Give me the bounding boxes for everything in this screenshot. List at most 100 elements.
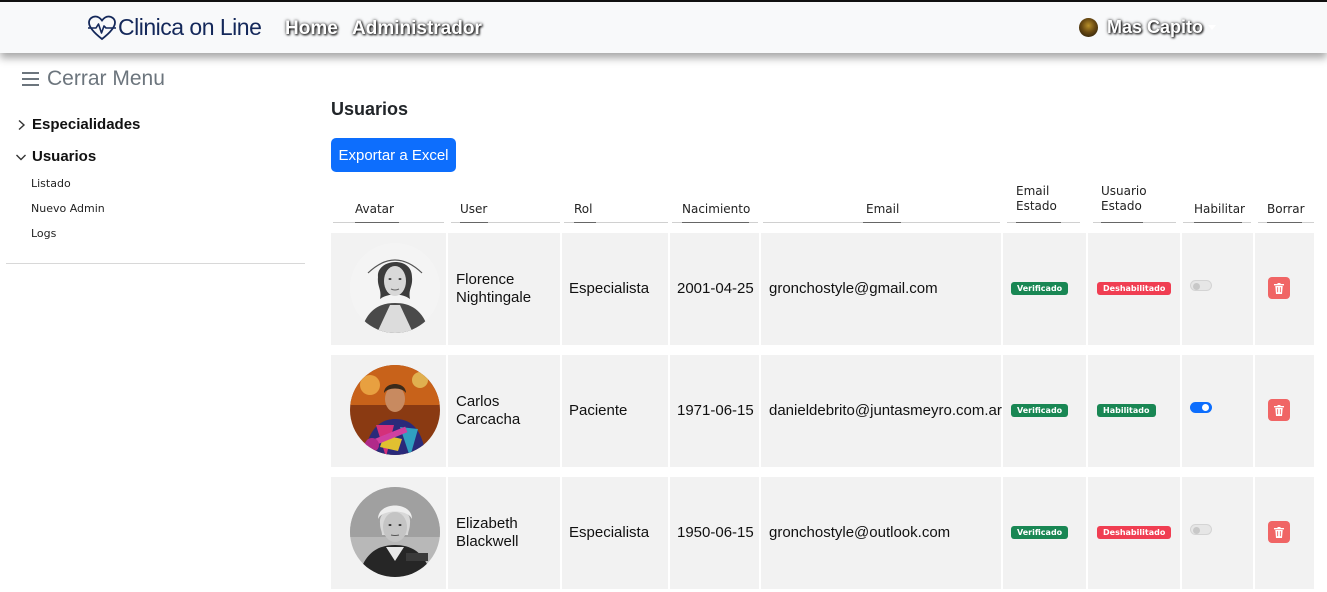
cell-separator (759, 477, 761, 589)
sidebar-section-usuarios[interactable]: Usuarios (15, 148, 96, 165)
user-status-badge: Deshabilitado (1097, 282, 1172, 295)
enable-toggle[interactable] (1190, 280, 1212, 291)
birthdate-cell: 2001-04-25 (677, 280, 754, 297)
table-row: Carlos Carcacha Paciente 1971-06-15 dani… (331, 355, 1314, 467)
avatar (350, 243, 440, 333)
table-row: Elizabeth Blackwell Especialista 1950-06… (331, 477, 1314, 589)
role-cell: Especialista (569, 524, 650, 541)
user-name-cell: Florence Nightingale (456, 271, 531, 307)
cell-separator (1086, 355, 1088, 467)
header-underline (1194, 222, 1242, 223)
email-status-badge: Verificado (1011, 282, 1069, 295)
cell-separator (1253, 477, 1255, 589)
cell-separator (560, 233, 562, 345)
delete-button[interactable] (1268, 399, 1290, 421)
birthdate-cell: 1971-06-15 (677, 402, 754, 419)
cell-separator (1086, 477, 1088, 589)
brand[interactable]: Clinica on Line (87, 14, 262, 41)
cell-separator (1253, 233, 1255, 345)
enable-toggle[interactable] (1190, 524, 1212, 535)
cell-separator (1180, 477, 1182, 589)
user-first-name: Carlos (456, 393, 500, 410)
trash-icon (1274, 404, 1284, 416)
header-underline (460, 222, 488, 223)
sidebar-item-logs[interactable]: Logs (31, 227, 56, 240)
cell-separator (446, 355, 448, 467)
user-last-name: Carcacha (456, 411, 521, 428)
nav-home-link[interactable]: Home (285, 18, 338, 40)
column-header-habilitar: Habilitar (1194, 202, 1245, 216)
avatar (350, 487, 440, 577)
trash-icon (1274, 526, 1284, 538)
cell-separator (759, 355, 761, 467)
chevron-right-icon (18, 119, 26, 130)
column-header-avatar: Avatar (355, 202, 394, 216)
cell-separator (668, 233, 670, 345)
export-excel-button[interactable]: Exportar a Excel (331, 138, 456, 172)
email-cell: gronchostyle@gmail.com (769, 280, 938, 297)
close-menu-toggle[interactable]: Cerrar Menu (22, 67, 165, 91)
caret-down-icon (1208, 25, 1217, 30)
hamburger-icon (22, 72, 39, 86)
sidebar-item-listado[interactable]: Listado (31, 177, 71, 190)
cell-separator (668, 355, 670, 467)
header-underline (574, 222, 596, 223)
sidebar-section-label: Especialidades (32, 116, 141, 133)
column-header-borrar: Borrar (1267, 202, 1305, 216)
header-underline (1101, 222, 1143, 223)
cell-separator (446, 233, 448, 345)
email-status-badge: Verificado (1011, 404, 1069, 417)
page-title: Usuarios (331, 99, 409, 119)
user-status-badge: Habilitado (1097, 404, 1156, 417)
heart-pulse-icon (88, 15, 116, 40)
enable-toggle[interactable] (1190, 402, 1212, 413)
user-name-cell: Elizabeth Blackwell (456, 515, 519, 551)
cell-separator (1253, 355, 1255, 467)
cell-separator (1180, 233, 1182, 345)
trash-icon (1274, 282, 1284, 294)
column-header-rol: Rol (574, 202, 593, 216)
nav-admin-link[interactable]: Administrador (352, 18, 482, 40)
user-status-badge: Deshabilitado (1097, 526, 1172, 539)
role-cell: Especialista (569, 280, 650, 297)
header-underline (863, 222, 901, 223)
chevron-down-icon (16, 154, 26, 160)
delete-button[interactable] (1268, 277, 1290, 299)
header-underline (1016, 222, 1061, 223)
header-underline (1267, 222, 1302, 223)
navbar: Clinica on Line Home Administrador Mas C… (0, 0, 1327, 53)
sidebar-section-label: Usuarios (32, 148, 97, 165)
email-cell: gronchostyle@outlook.com (769, 524, 951, 541)
avatar (350, 365, 440, 455)
user-avatar (1079, 18, 1098, 37)
sidebar-item-nuevo-admin[interactable]: Nuevo Admin (31, 202, 105, 215)
sidebar-section-especialidades[interactable]: Especialidades (15, 116, 140, 133)
user-name: Mas Capito (1107, 17, 1204, 37)
cell-separator (759, 233, 761, 345)
cell-separator (1001, 233, 1003, 345)
cell-separator (560, 355, 562, 467)
cell-separator (1180, 355, 1182, 467)
birthdate-cell: 1950-06-15 (677, 524, 754, 541)
table-row: Florence Nightingale Especialista 2001-0… (331, 233, 1314, 345)
cell-separator (1001, 477, 1003, 589)
column-header-usuario-estado: Usuario Estado (1101, 184, 1147, 213)
user-last-name: Nightingale (456, 289, 532, 306)
email-cell: danieldebrito@juntasmeyro.com.ar (769, 402, 1002, 419)
column-header-email-estado: Email Estado (1016, 184, 1057, 213)
column-header-nacimiento: Nacimiento (682, 202, 751, 216)
sidebar-divider (6, 263, 305, 264)
close-menu-label: Cerrar Menu (47, 67, 165, 90)
column-header-email: Email (866, 202, 900, 216)
brand-name: Clinica on Line (118, 14, 262, 40)
role-cell: Paciente (569, 402, 628, 419)
user-menu[interactable]: Mas Capito (1079, 17, 1217, 38)
cell-separator (1086, 233, 1088, 345)
user-last-name: Blackwell (456, 533, 519, 550)
header-underline (355, 222, 399, 223)
user-name-cell: Carlos Carcacha (456, 393, 520, 429)
user-first-name: Florence (456, 271, 515, 288)
cell-separator (668, 477, 670, 589)
column-header-user: User (460, 202, 488, 216)
delete-button[interactable] (1268, 521, 1290, 543)
